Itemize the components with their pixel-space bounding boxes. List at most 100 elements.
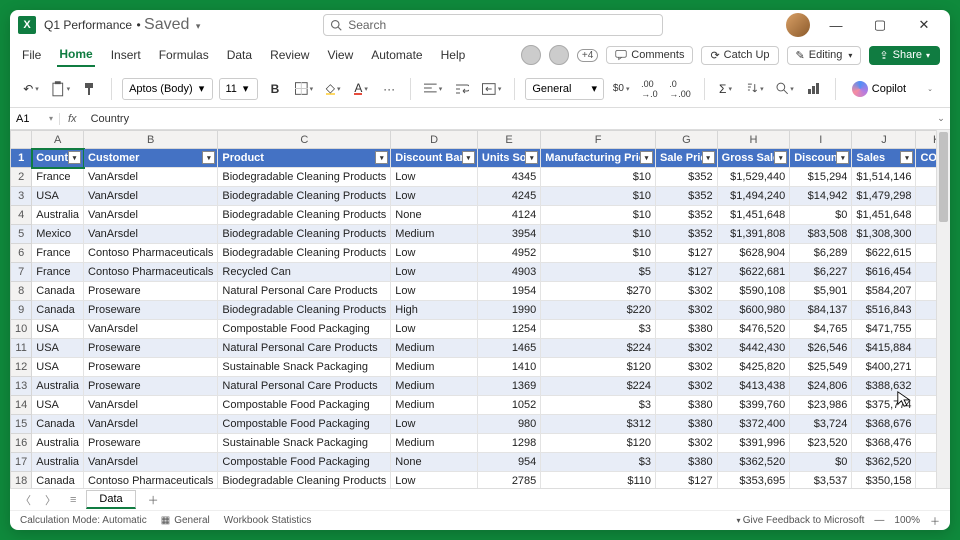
cell[interactable]: Proseware — [84, 434, 218, 453]
wrap-text-button[interactable] — [451, 77, 473, 101]
filter-button[interactable]: ▾ — [202, 151, 215, 164]
cell[interactable]: Canada — [32, 301, 84, 320]
number-format-select[interactable]: General▾ — [525, 78, 604, 100]
cell[interactable]: $220 — [541, 301, 656, 320]
cell[interactable]: $ — [916, 282, 936, 301]
cell[interactable]: $1,479,298 — [852, 187, 916, 206]
filter-button[interactable]: ▾ — [836, 151, 849, 164]
cell[interactable]: $302 — [656, 301, 718, 320]
cell[interactable]: None — [391, 206, 478, 225]
cell[interactable]: $622,615 — [852, 244, 916, 263]
cell[interactable]: Low — [391, 320, 478, 339]
cell[interactable]: None — [391, 453, 478, 472]
cell[interactable]: 4124 — [477, 206, 540, 225]
filter-button[interactable]: ▾ — [68, 151, 81, 164]
cell[interactable]: Low — [391, 415, 478, 434]
cell[interactable]: 1254 — [477, 320, 540, 339]
analyze-data-button[interactable] — [803, 77, 825, 101]
cell[interactable]: 1369 — [477, 377, 540, 396]
table-header-cell[interactable]: Discounts▾ — [790, 149, 852, 168]
cell[interactable]: $352 — [656, 168, 718, 187]
cell[interactable]: VanArsdel — [84, 415, 218, 434]
cell[interactable]: $6,289 — [790, 244, 852, 263]
calc-mode[interactable]: Calculation Mode: Automatic — [20, 515, 147, 526]
cell[interactable]: $372,400 — [717, 415, 790, 434]
close-button[interactable]: ✕ — [906, 11, 942, 39]
cell[interactable]: $23,986 — [790, 396, 852, 415]
cell[interactable]: $120 — [541, 358, 656, 377]
cell[interactable]: $224 — [541, 377, 656, 396]
cell[interactable]: Proseware — [84, 339, 218, 358]
cell[interactable]: $3 — [541, 453, 656, 472]
cell[interactable]: Medium — [391, 434, 478, 453]
cell[interactable]: $ — [916, 168, 936, 187]
cell[interactable]: Biodegradable Cleaning Products — [218, 301, 391, 320]
cell[interactable]: $584,207 — [852, 282, 916, 301]
cell[interactable]: Low — [391, 168, 478, 187]
cell[interactable]: $471,755 — [852, 320, 916, 339]
sheet-tab-data[interactable]: Data — [86, 490, 135, 509]
cell[interactable]: Low — [391, 282, 478, 301]
maximize-button[interactable]: ▢ — [862, 11, 898, 39]
cell[interactable]: 1410 — [477, 358, 540, 377]
cell[interactable]: $24,806 — [790, 377, 852, 396]
menu-formulas[interactable]: Formulas — [157, 44, 211, 66]
zoom-level[interactable]: 100% — [894, 515, 920, 526]
cell[interactable]: Natural Personal Care Products — [218, 377, 391, 396]
fill-color-button[interactable]: ◇▾ — [322, 77, 344, 101]
row-header-5[interactable]: 5 — [11, 225, 32, 244]
cell[interactable]: $6,227 — [790, 263, 852, 282]
cell[interactable]: $302 — [656, 434, 718, 453]
cell[interactable]: $25,549 — [790, 358, 852, 377]
menu-review[interactable]: Review — [268, 44, 311, 66]
row-header-4[interactable]: 4 — [11, 206, 32, 225]
filter-button[interactable]: ▾ — [462, 151, 475, 164]
cell[interactable]: Contoso Pharmaceuticals — [84, 472, 218, 489]
cell[interactable]: 980 — [477, 415, 540, 434]
filter-button[interactable]: ▾ — [640, 151, 653, 164]
cell[interactable]: Proseware — [84, 377, 218, 396]
cell[interactable]: $1 — [916, 358, 936, 377]
cell[interactable]: $5 — [916, 301, 936, 320]
cell[interactable]: Proseware — [84, 282, 218, 301]
cell[interactable]: Biodegradable Cleaning Products — [218, 187, 391, 206]
cell[interactable]: $3 — [541, 320, 656, 339]
cell[interactable]: $14,942 — [790, 187, 852, 206]
cell[interactable]: Low — [391, 472, 478, 489]
vertical-scrollbar[interactable] — [936, 130, 950, 488]
row-header-8[interactable]: 8 — [11, 282, 32, 301]
more-collaborators[interactable]: +4 — [577, 49, 598, 62]
filter-button[interactable]: ▾ — [774, 151, 787, 164]
cell[interactable]: $622,681 — [717, 263, 790, 282]
cell[interactable]: $352 — [656, 187, 718, 206]
cell[interactable]: $270 — [541, 282, 656, 301]
cell[interactable]: $302 — [656, 339, 718, 358]
cell[interactable]: Low — [391, 244, 478, 263]
cell[interactable] — [916, 453, 936, 472]
workbook-stats[interactable]: Workbook Statistics — [224, 515, 312, 526]
cell[interactable]: $84,137 — [790, 301, 852, 320]
row-header-6[interactable]: 6 — [11, 244, 32, 263]
cell[interactable]: VanArsdel — [84, 453, 218, 472]
cell[interactable]: $353,695 — [717, 472, 790, 489]
col-header-K[interactable]: K — [916, 131, 936, 149]
col-header-C[interactable]: C — [218, 131, 391, 149]
cell[interactable]: $23,520 — [790, 434, 852, 453]
cell[interactable]: $616,454 — [852, 263, 916, 282]
cell[interactable]: $350,158 — [852, 472, 916, 489]
cell[interactable]: USA — [32, 396, 84, 415]
filter-button[interactable]: ▾ — [375, 151, 388, 164]
undo-button[interactable]: ↶▾ — [20, 77, 42, 101]
cell[interactable]: $ — [916, 396, 936, 415]
cell[interactable]: $413,438 — [717, 377, 790, 396]
cell[interactable]: $5,901 — [790, 282, 852, 301]
cell[interactable]: USA — [32, 339, 84, 358]
table-header-cell[interactable]: Gross Sales▾ — [717, 149, 790, 168]
cell[interactable]: 4952 — [477, 244, 540, 263]
cell[interactable]: $380 — [656, 396, 718, 415]
cell[interactable]: $312 — [541, 415, 656, 434]
row-header-7[interactable]: 7 — [11, 263, 32, 282]
cell[interactable]: Medium — [391, 339, 478, 358]
cell[interactable]: $120 — [541, 434, 656, 453]
cell[interactable]: Natural Personal Care Products — [218, 339, 391, 358]
